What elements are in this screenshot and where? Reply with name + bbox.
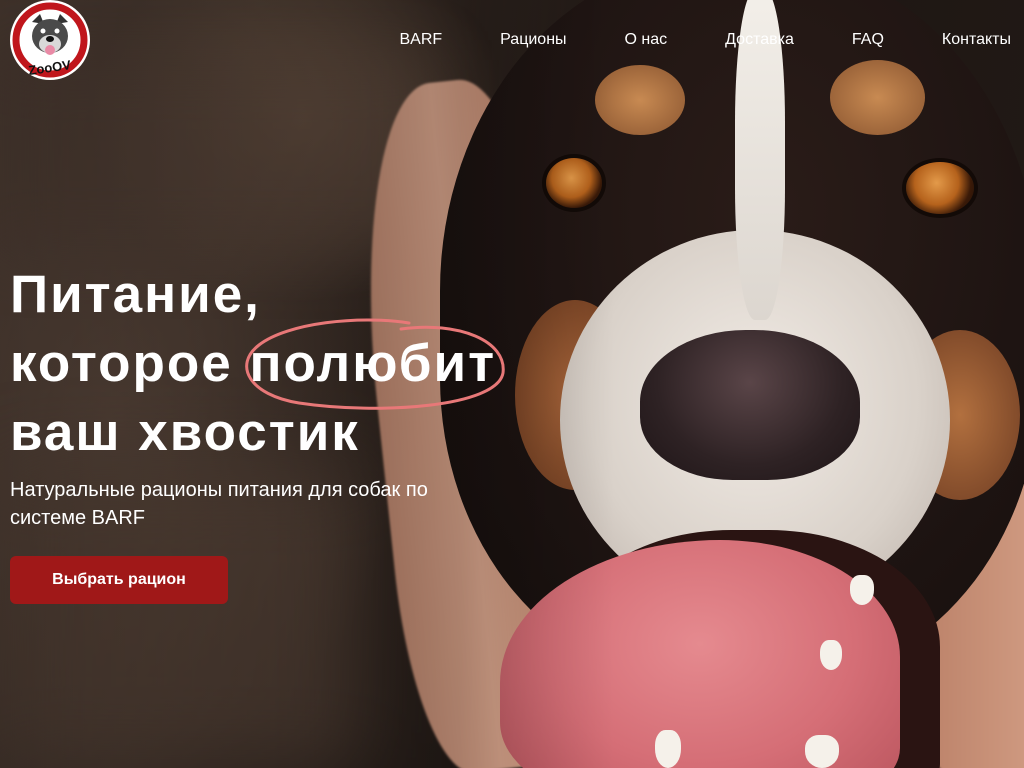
choose-ration-button[interactable]: Выбрать рацион bbox=[10, 556, 228, 604]
nav-item-contacts[interactable]: Контакты bbox=[942, 30, 1011, 50]
hero-title-line-2: которое полюбит bbox=[10, 318, 505, 410]
nav-item-about[interactable]: О нас bbox=[625, 30, 668, 50]
main-nav: BARF Рационы О нас Доставка FAQ Контакты bbox=[399, 30, 1011, 50]
nav-item-faq[interactable]: FAQ bbox=[852, 30, 884, 50]
hero-title-line-1: Питание, bbox=[10, 265, 261, 324]
nav-item-barf[interactable]: BARF bbox=[399, 30, 442, 50]
nav-item-delivery[interactable]: Доставка bbox=[725, 30, 794, 50]
hero-title: Питание, которое полюбит ваш хвостик bbox=[10, 260, 505, 467]
nav-item-rations[interactable]: Рационы bbox=[500, 30, 566, 50]
hero-title-line-3: ваш хвостик bbox=[10, 403, 360, 462]
hero-title-highlight-wrap: полюбит bbox=[245, 318, 505, 410]
hero-title-line-2-prefix: которое bbox=[10, 334, 250, 393]
dog-face-logo-icon: ZooOV bbox=[12, 2, 88, 78]
logo-text: ZooOV bbox=[28, 57, 73, 78]
hero-subtitle: Натуральные рационы питания для собак по… bbox=[10, 479, 428, 529]
site-logo[interactable]: ZooOV bbox=[10, 0, 90, 80]
hero-title-highlight: полюбит bbox=[249, 334, 497, 393]
